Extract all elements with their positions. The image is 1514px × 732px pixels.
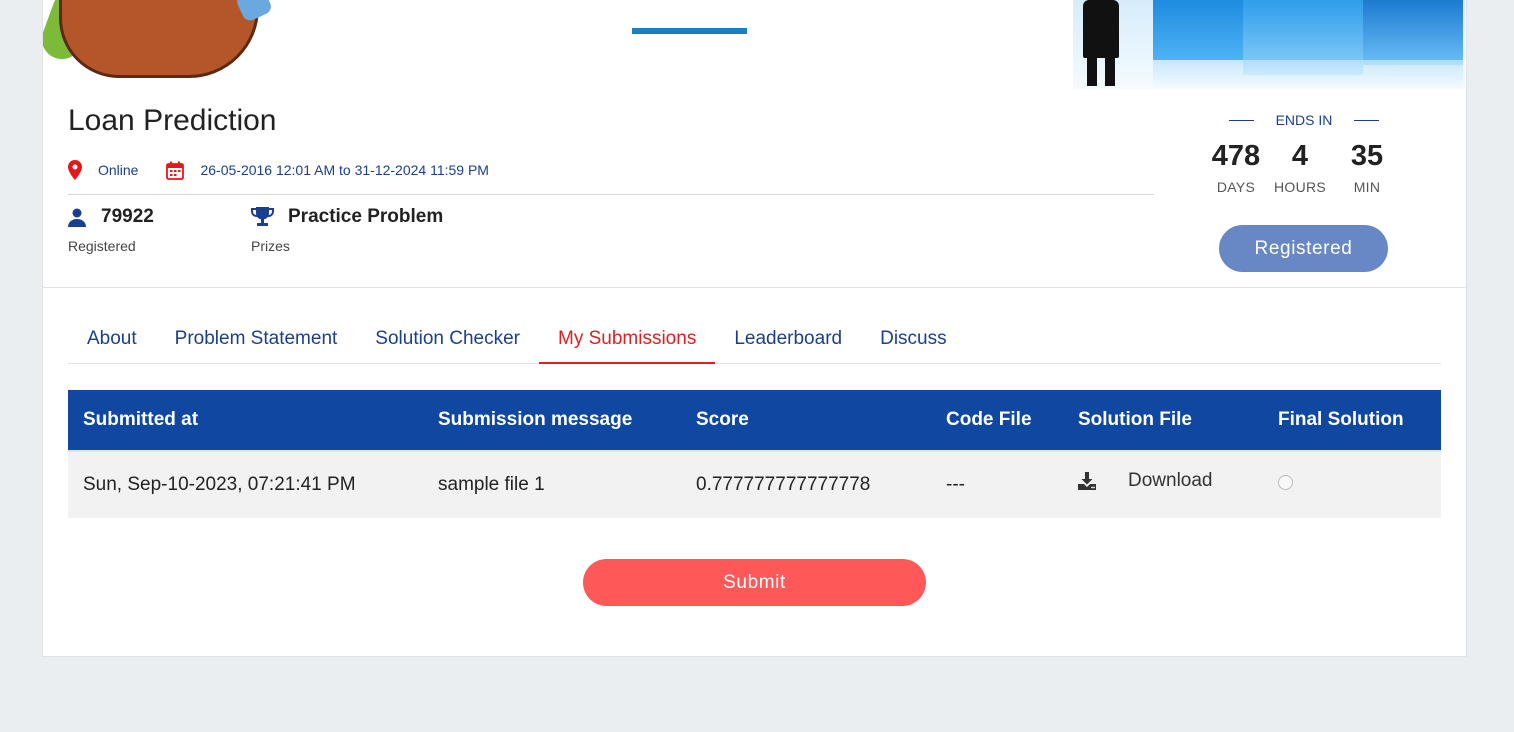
tab-bar: About Problem Statement Solution Checker…: [68, 314, 1441, 364]
building-1: [1153, 0, 1243, 60]
businessman-silhouette: [1083, 0, 1119, 58]
column-header-submitted-at: Submitted at: [83, 409, 199, 430]
event-dates: 26-05-2016 12:01 AM to 31-12-2024 11:59 …: [200, 162, 489, 178]
meta-divider: [68, 194, 1154, 195]
countdown-days-value: 478: [1211, 140, 1261, 172]
competition-card: LOAN Loan Prediction Online 26-05-2016 1…: [42, 0, 1467, 657]
loan-bag-image: LOAN: [59, 0, 259, 78]
countdown-min-value: 35: [1350, 140, 1384, 172]
registered-stat: 79922 Registered: [68, 206, 154, 254]
section-divider: [43, 287, 1466, 288]
event-meta: Online 26-05-2016 12:01 AM to 31-12-2024…: [68, 160, 489, 180]
building-3: [1363, 0, 1463, 65]
event-location: Online: [98, 162, 139, 178]
registered-label: Registered: [68, 238, 136, 254]
competition-title: Loan Prediction: [68, 104, 277, 137]
building-reflection: [1153, 60, 1463, 89]
final-solution-cell: [1278, 474, 1293, 496]
countdown-hours-label: HOURS: [1273, 179, 1327, 195]
download-icon: [1078, 472, 1096, 490]
ends-in-header: ENDS IN: [1229, 112, 1379, 128]
column-header-solution-file: Solution File: [1078, 409, 1192, 430]
prize-stat: Practice Problem Prizes: [251, 206, 443, 254]
countdown-hours: 4 HOURS: [1270, 140, 1330, 195]
prize-value: Practice Problem: [288, 206, 444, 227]
tab-solution-checker[interactable]: Solution Checker: [356, 314, 539, 364]
loan-logo-text: LOAN: [120, 0, 220, 8]
countdown-days: 478 DAYS: [1206, 140, 1266, 195]
column-header-score: Score: [696, 409, 749, 430]
calendar-icon: [166, 161, 185, 180]
tab-leaderboard[interactable]: Leaderboard: [715, 314, 861, 364]
ends-in-label: ENDS IN: [1275, 112, 1333, 128]
countdown-min-label: MIN: [1353, 179, 1381, 195]
submitted-at-cell: Sun, Sep-10-2023, 07:21:41 PM: [83, 474, 356, 495]
ends-in-dash-left: [1229, 119, 1254, 121]
user-icon: [68, 208, 86, 227]
registered-count: 79922: [101, 206, 154, 227]
prize-label: Prizes: [251, 238, 290, 254]
countdown-days-label: DAYS: [1216, 179, 1256, 195]
map-pin-icon: [68, 160, 82, 180]
download-label: Download: [1128, 470, 1213, 491]
businessman-leg-2: [1105, 56, 1115, 86]
table-header: Submitted at Submission message Score Co…: [68, 390, 1441, 450]
submissions-table: Submitted at Submission message Score Co…: [68, 390, 1441, 518]
tab-discuss[interactable]: Discuss: [861, 314, 966, 364]
trophy-icon: [251, 207, 274, 227]
countdown-min: 35 MIN: [1337, 140, 1397, 195]
city-buildings-image: [1073, 0, 1465, 89]
tab-my-submissions[interactable]: My Submissions: [539, 314, 716, 364]
code-file-cell: ---: [946, 474, 965, 495]
banner-accent-bar: [632, 28, 747, 34]
download-solution-link[interactable]: Download: [1078, 470, 1213, 492]
tab-problem-statement[interactable]: Problem Statement: [156, 314, 357, 364]
final-solution-radio[interactable]: [1278, 475, 1293, 490]
column-header-code-file: Code File: [946, 409, 1032, 430]
submit-button[interactable]: Submit: [583, 559, 926, 606]
column-header-submission-message: Submission message: [438, 409, 633, 430]
table-row: Sun, Sep-10-2023, 07:21:41 PM sample fil…: [68, 450, 1441, 518]
countdown-hours-value: 4: [1291, 140, 1309, 172]
submission-message-cell: sample file 1: [438, 474, 545, 495]
competition-banner: LOAN: [43, 0, 1466, 89]
score-cell: 0.777777777777778: [696, 474, 871, 495]
ends-in-dash-right: [1353, 119, 1379, 121]
registered-button[interactable]: Registered: [1219, 225, 1388, 272]
tab-about[interactable]: About: [68, 314, 156, 364]
businessman-leg: [1087, 56, 1097, 86]
column-header-final-solution: Final Solution: [1278, 409, 1404, 430]
